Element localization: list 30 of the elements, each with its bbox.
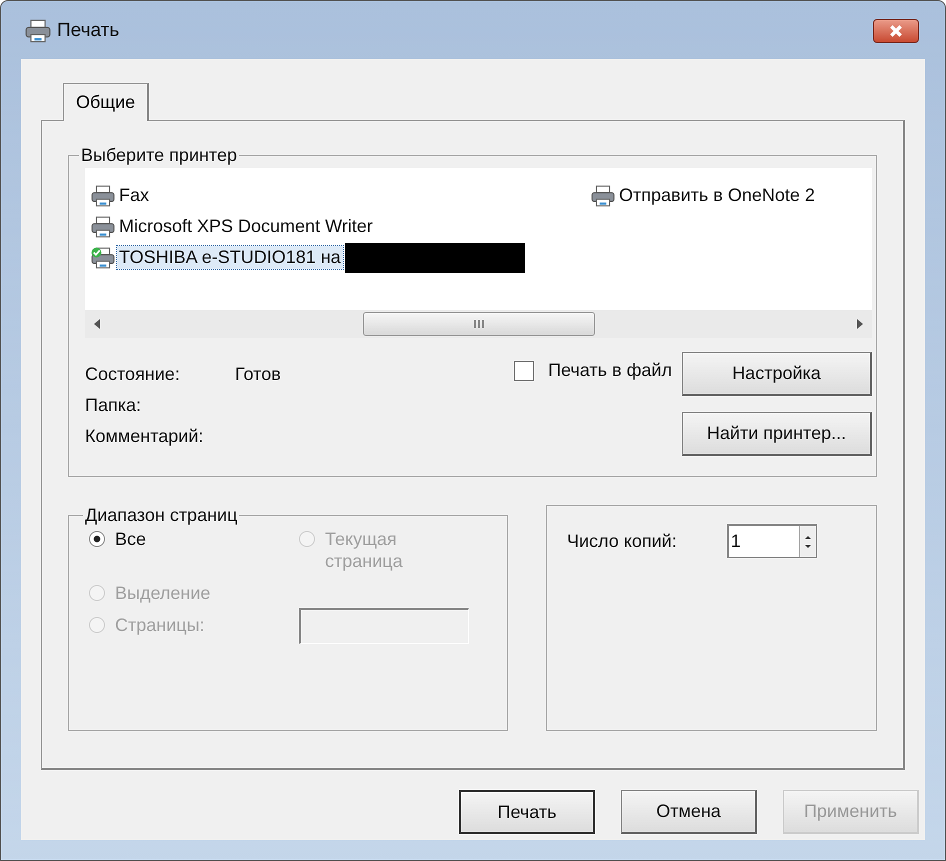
field-label: Состояние:: [85, 364, 181, 385]
group-title: Выберите принтер: [80, 145, 238, 166]
field-value: Готов: [235, 364, 281, 385]
close-icon: [889, 24, 903, 38]
dialog-button[interactable]: Печать: [459, 790, 595, 834]
group-title: Диапазон страниц: [84, 505, 238, 526]
close-button[interactable]: [873, 19, 919, 43]
horizontal-scrollbar[interactable]: [85, 310, 872, 338]
printer-name[interactable]: Отправить в OneNote 2: [617, 184, 817, 207]
field-label: Комментарий:: [85, 426, 204, 447]
field-label: Папка:: [85, 395, 142, 416]
tab[interactable]: Общие: [63, 83, 150, 121]
radio-button[interactable]: [89, 531, 105, 547]
right-arrow-icon: [856, 318, 864, 330]
setup-button[interactable]: Настройка: [682, 352, 872, 396]
window-title: Печать: [57, 20, 120, 42]
printer-name[interactable]: Fax: [117, 184, 152, 207]
copies-label: Число копий:: [567, 530, 677, 552]
find-printer-button[interactable]: Найти принтер...: [682, 412, 872, 456]
printer-name[interactable]: Microsoft XPS Document Writer: [117, 215, 375, 238]
grip-icon: [473, 319, 485, 329]
printer-icon: [25, 19, 51, 43]
dialog-button[interactable]: Отмена: [621, 790, 757, 834]
checkbox-label[interactable]: Печать в файл: [548, 360, 672, 381]
printer-name[interactable]: TOSHIBA e-STUDIO181 на: [117, 246, 343, 269]
checkbox[interactable]: [514, 360, 534, 380]
scroll-thumb[interactable]: [363, 312, 595, 336]
copies-spin-field[interactable]: 1: [726, 524, 817, 558]
radio-label[interactable]: Все: [115, 528, 245, 550]
left-arrow-icon: [93, 318, 101, 330]
